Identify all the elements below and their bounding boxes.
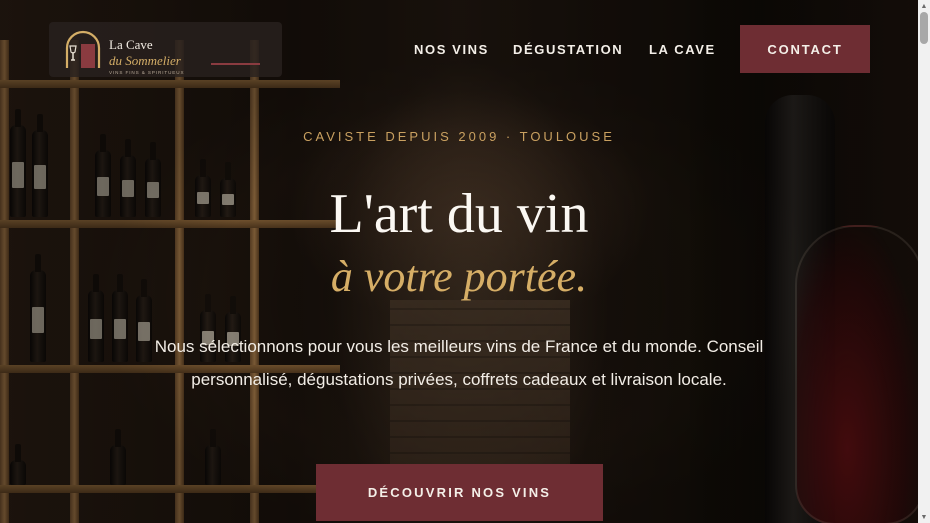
brand-name-line1: La Cave — [109, 37, 153, 52]
hero-description: Nous sélectionnons pour vous les meilleu… — [154, 337, 764, 389]
brand-logo[interactable]: La Cave du Sommelier VINS FINS & SPIRITU… — [49, 22, 282, 77]
brand-divider — [211, 63, 260, 65]
brand-tagline: VINS FINS & SPIRITUEUX — [109, 70, 185, 75]
contact-button[interactable]: CONTACT — [740, 25, 870, 73]
hero-eyebrow: CAVISTE DEPUIS 2009 · TOULOUSE — [303, 129, 615, 144]
nav-link-nos-vins[interactable]: NOS VINS — [414, 42, 489, 57]
wine-arch-logo-icon — [63, 30, 103, 75]
hero-title-line1: L'art du vin — [329, 183, 589, 245]
page-scrollbar[interactable]: ▲ ▼ — [918, 0, 930, 523]
hero-title-line2: à votre portée. — [330, 252, 588, 301]
scrollbar-thumb[interactable] — [920, 12, 928, 44]
discover-wines-button[interactable]: DÉCOUVRIR NOS VINS — [316, 464, 603, 521]
nav-link-la-cave[interactable]: LA CAVE — [649, 42, 716, 57]
brand-name-line2: du Sommelier — [109, 53, 181, 68]
triangle-up-icon[interactable]: ▲ — [918, 0, 930, 12]
nav-link-degustation[interactable]: DÉGUSTATION — [513, 42, 623, 57]
triangle-down-icon[interactable]: ▼ — [918, 511, 930, 523]
